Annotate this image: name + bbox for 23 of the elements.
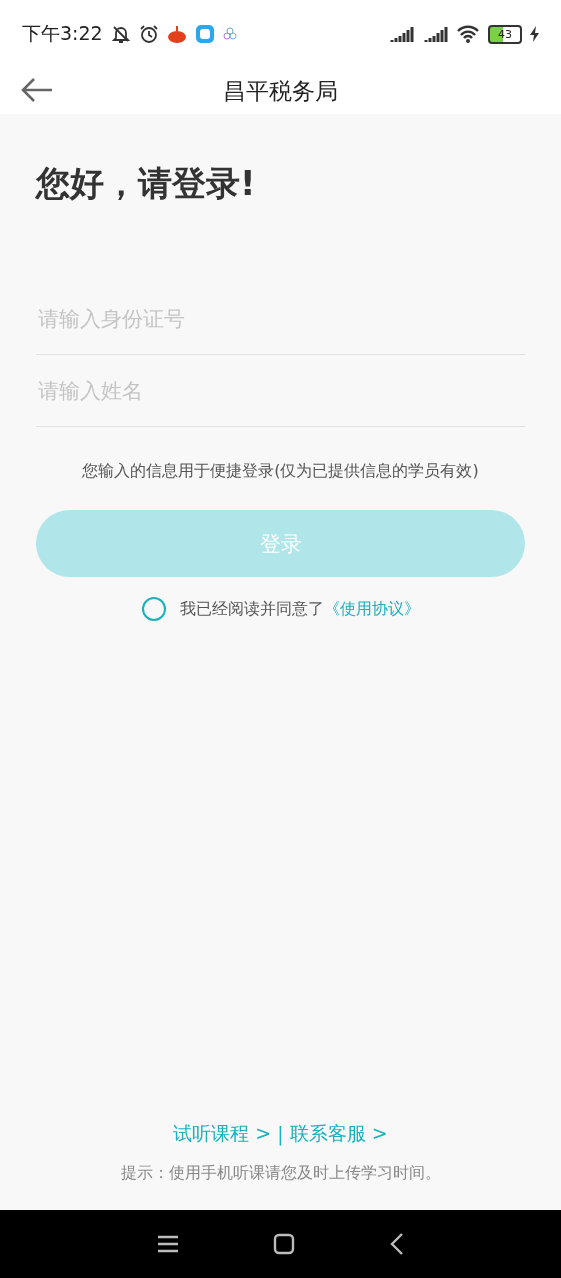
agreement-text: 我已经阅读并同意了《使用协议》: [179, 598, 420, 620]
wifi-icon: [456, 25, 480, 43]
home-icon[interactable]: [273, 1233, 296, 1255]
back-icon[interactable]: [389, 1232, 404, 1256]
signal-icon: [388, 24, 414, 44]
charging-icon: [530, 26, 539, 42]
greeting-heading: 您好，请登录!: [36, 162, 257, 205]
app-icon: [222, 27, 237, 41]
bell-off-icon: [110, 24, 131, 44]
alarm-icon: [138, 24, 159, 44]
tip-text: 提示：使用手机听课请您及时上传学习时间。: [120, 1163, 441, 1184]
menu-icon[interactable]: [157, 1234, 180, 1254]
page-title: 昌平税务局: [223, 76, 338, 106]
footer-link[interactable]: 联系客服 >: [289, 1121, 388, 1147]
signal-icon: [422, 24, 448, 44]
login-note: 您输入的信息用于便捷登录(仅为已提供信息的学员有效): [81, 461, 480, 482]
agreement-link[interactable]: 《使用协议》: [323, 598, 420, 618]
status-time: 下午3:22: [22, 21, 103, 46]
app-icon: [194, 24, 215, 44]
app-icon: [166, 24, 187, 44]
agreement-checkbox[interactable]: [141, 597, 166, 621]
footer-link[interactable]: 试听课程 >: [173, 1121, 272, 1147]
link-separator: |: [277, 1123, 284, 1145]
